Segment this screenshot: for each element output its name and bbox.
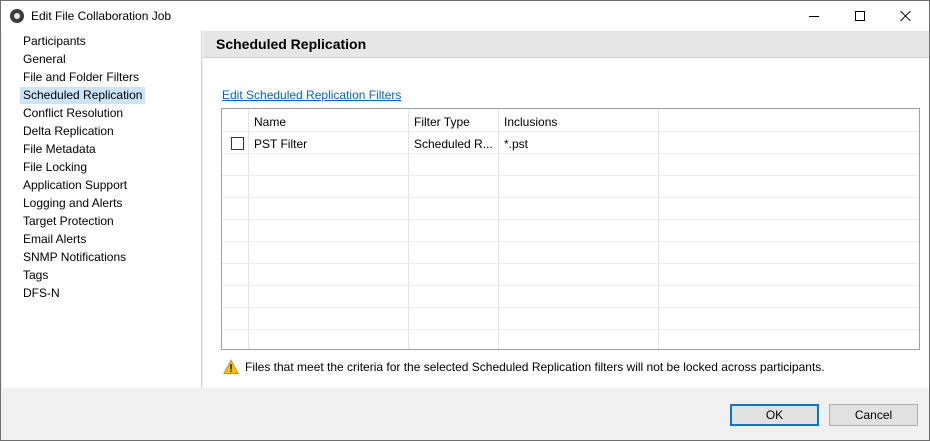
column-divider xyxy=(408,109,409,349)
edit-scheduled-replication-filters-link[interactable]: Edit Scheduled Replication Filters xyxy=(222,88,401,102)
filters-table: Name Filter Type Inclusions PST Filter S… xyxy=(221,108,920,350)
sidebar-item-file-locking[interactable]: File Locking xyxy=(20,159,90,176)
cancel-button[interactable]: Cancel xyxy=(829,404,918,426)
minimize-button[interactable] xyxy=(791,1,837,31)
sidebar-item-email-alerts[interactable]: Email Alerts xyxy=(20,231,89,248)
maximize-button[interactable] xyxy=(837,1,883,31)
sidebar-item-file-metadata[interactable]: File Metadata xyxy=(20,141,99,158)
row-divider xyxy=(222,307,919,308)
sidebar-item-conflict-resolution[interactable]: Conflict Resolution xyxy=(20,105,126,122)
close-button[interactable] xyxy=(883,1,929,31)
sidebar-item-delta-replication[interactable]: Delta Replication xyxy=(20,123,117,140)
column-header-filter-type[interactable]: Filter Type xyxy=(414,115,470,129)
sidebar-item-scheduled-replication[interactable]: Scheduled Replication xyxy=(20,87,146,104)
ok-button[interactable]: OK xyxy=(730,404,819,426)
close-icon xyxy=(900,10,912,22)
row-divider xyxy=(222,285,919,286)
sidebar-item-tags[interactable]: Tags xyxy=(20,267,51,284)
section-title: Scheduled Replication xyxy=(216,36,367,52)
sidebar-item-logging-and-alerts[interactable]: Logging and Alerts xyxy=(20,195,125,212)
section-header: Scheduled Replication xyxy=(203,31,929,58)
column-divider xyxy=(248,109,249,349)
row-divider xyxy=(222,263,919,264)
sidebar-item-dfs-n[interactable]: DFS-N xyxy=(20,285,63,302)
column-header-name[interactable]: Name xyxy=(254,115,286,129)
sidebar-item-application-support[interactable]: Application Support xyxy=(20,177,130,194)
warning-icon xyxy=(223,359,239,374)
sidebar-item-target-protection[interactable]: Target Protection xyxy=(20,213,117,230)
sidebar-item-general[interactable]: General xyxy=(20,51,69,68)
window-title: Edit File Collaboration Job xyxy=(31,9,172,23)
column-divider xyxy=(658,109,659,349)
row-divider xyxy=(222,197,919,198)
title-bar[interactable]: Edit File Collaboration Job xyxy=(1,1,929,31)
sidebar-nav: Participants General File and Folder Fil… xyxy=(2,31,202,388)
column-header-inclusions[interactable]: Inclusions xyxy=(504,115,557,129)
row-divider xyxy=(222,131,919,132)
row-divider xyxy=(222,153,919,154)
app-icon xyxy=(10,9,24,23)
content-panel: Scheduled Replication Edit Scheduled Rep… xyxy=(203,31,929,388)
sidebar-item-participants[interactable]: Participants xyxy=(20,33,89,50)
dialog-window: Edit File Collaboration Job Participants… xyxy=(0,0,930,441)
row-checkbox[interactable] xyxy=(231,137,244,150)
cell-name: PST Filter xyxy=(254,137,308,151)
warning-text: Files that meet the criteria for the sel… xyxy=(245,360,825,374)
cell-inclusions: *.pst xyxy=(504,137,529,151)
row-divider xyxy=(222,241,919,242)
minimize-icon xyxy=(809,15,819,17)
row-divider xyxy=(222,219,919,220)
sidebar-item-snmp-notifications[interactable]: SNMP Notifications xyxy=(20,249,129,266)
column-divider xyxy=(498,109,499,349)
row-divider xyxy=(222,175,919,176)
row-divider xyxy=(222,329,919,330)
cell-filter-type: Scheduled R... xyxy=(414,137,493,151)
sidebar-item-file-and-folder-filters[interactable]: File and Folder Filters xyxy=(20,69,142,86)
maximize-icon xyxy=(855,11,865,21)
warning-message: Files that meet the criteria for the sel… xyxy=(223,359,825,375)
